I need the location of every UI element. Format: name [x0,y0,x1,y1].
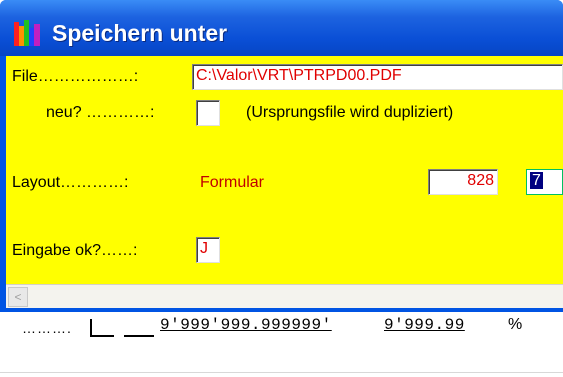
layout-code-selected: 7 [530,172,543,189]
layout-label: Layout…………: [12,174,129,191]
save-as-window: Speichern unter File………………: C:\Valor\VRT… [0,0,563,312]
layout-value: Formular [200,174,265,191]
background-percent: % [508,316,523,333]
background-divider [0,372,563,373]
background-number-field-2: 9'999.99 [384,316,465,334]
eingabe-ok-input[interactable]: J [196,237,220,263]
background-number-field: 9'999'999.999999' [160,316,332,334]
file-path-input[interactable]: C:\Valor\VRT\PTRPD00.PDF [192,64,563,90]
neu-checkbox-field[interactable] [196,100,220,126]
background-bracket [90,319,114,337]
scroll-left-button[interactable]: < [8,287,28,307]
title-bar[interactable]: Speichern unter [0,0,563,56]
file-label: File………………: [12,68,139,85]
window-title: Speichern unter [52,20,228,46]
horizontal-scrollbar[interactable]: < [6,284,563,309]
window-bottom-border [0,308,563,312]
neu-note: (Ursprungsfile wird dupliziert) [246,104,454,121]
layout-number-input[interactable]: 828 [428,169,498,195]
background-dash [124,335,154,337]
background-dots: ………. [22,320,72,336]
dialog-body: File………………: C:\Valor\VRT\PTRPD00.PDF neu… [6,56,563,284]
app-icon [14,20,40,46]
neu-label: neu? …………: [46,104,155,121]
eingabe-label: Eingabe ok?……: [12,242,138,259]
layout-code-input[interactable]: 7 [526,169,563,195]
